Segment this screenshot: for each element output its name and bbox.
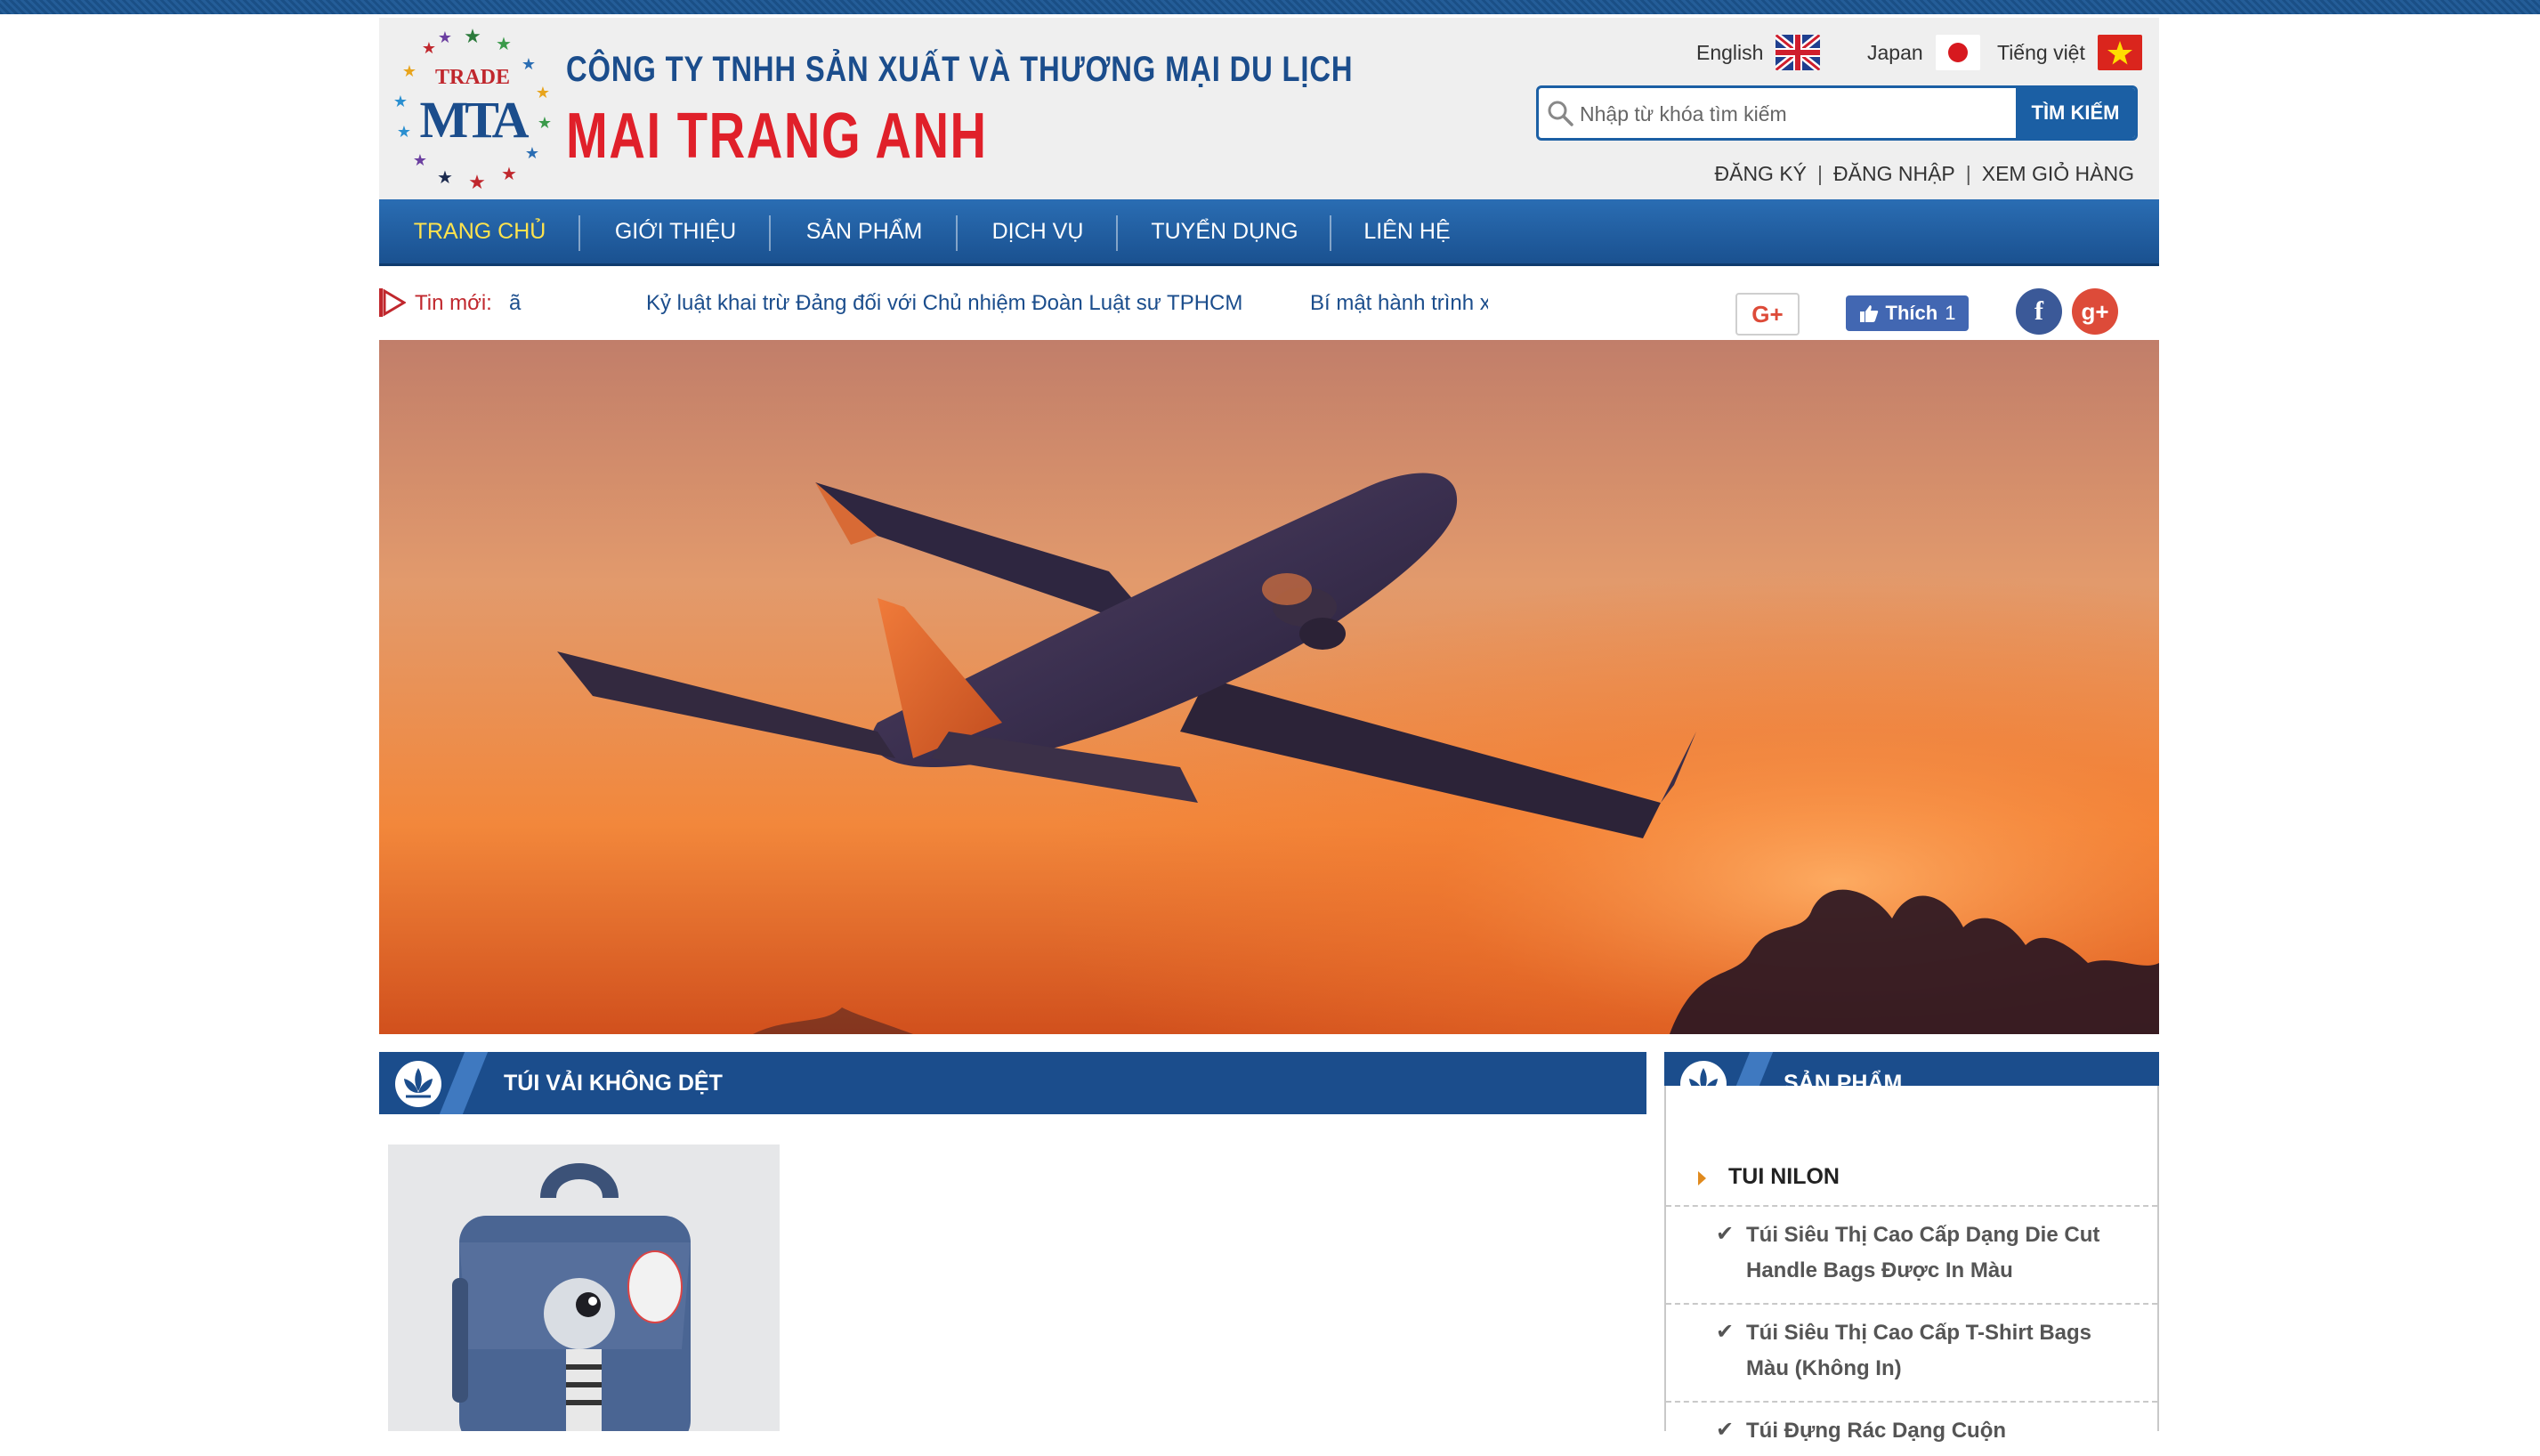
company-name-line2: MAI TRANG ANH (566, 101, 988, 172)
ticker-news-item[interactable]: Kỷ luật khai trừ Đảng đối với Chủ nhiệm … (646, 291, 1242, 316)
google-plus-glyph: g+ (2081, 297, 2109, 325)
language-english[interactable]: English (1696, 32, 1821, 73)
sidebar-product-item: ✔ Túi Đựng Rác Dạng Cuộn (1666, 1403, 2157, 1456)
search-button[interactable]: TÌM KIẾM (2016, 88, 2135, 138)
facebook-like-button[interactable]: Thích 1 (1846, 295, 1969, 331)
japan-flag-icon (1935, 35, 1980, 70)
lotus-icon (395, 1061, 441, 1107)
nav-item-about[interactable]: GIỚI THIỆU (580, 199, 771, 263)
vietnam-flag-icon (2097, 35, 2142, 70)
thumbs-up-icon (1859, 305, 1878, 322)
check-icon: ✔ (1716, 1320, 1735, 1344)
svg-text:★: ★ (397, 123, 411, 141)
search-icon (1548, 101, 1573, 126)
svg-text:★: ★ (393, 93, 408, 110)
language-label: Tiếng việt (1997, 40, 2085, 64)
svg-text:★: ★ (438, 28, 452, 46)
section-header-nonwoven-bags: TÚI VẢI KHÔNG DỆT (379, 1052, 1646, 1114)
logo-text-top: TRADE (435, 66, 510, 89)
svg-text:★: ★ (536, 84, 550, 101)
sidebar-product-link[interactable]: Túi Đựng Rác Dạng Cuộn (1746, 1413, 2138, 1449)
register-link[interactable]: ĐĂNG KÝ (1715, 162, 1808, 185)
nav-item-services[interactable]: DỊCH VỤ (958, 199, 1118, 263)
sidebar-category-label[interactable]: TUI NILON (1728, 1164, 1840, 1190)
language-label: English (1696, 40, 1764, 64)
svg-text:★: ★ (525, 144, 539, 162)
ticker-fragment[interactable]: ã (509, 291, 521, 316)
svg-text:★: ★ (501, 165, 517, 184)
svg-text:★: ★ (522, 55, 536, 73)
company-logo[interactable]: ★ ★ ★ ★ ★ ★ ★ ★ ★ ★ ★ ★ ★ ★ ★ TRADE MTA (388, 23, 557, 192)
nav-item-careers[interactable]: TUYỂN DỤNG (1118, 199, 1331, 263)
uk-flag-icon (1776, 35, 1821, 70)
svg-text:★: ★ (538, 114, 552, 132)
account-links: ĐĂNG KÝ | ĐĂNG NHẬP | XEM GIỎ HÀNG (1715, 162, 2135, 186)
caret-right-icon (1698, 1171, 1706, 1185)
search-box: TÌM KIẾM (1536, 85, 2138, 141)
search-input[interactable] (1578, 88, 2018, 138)
language-label: Japan (1867, 40, 1923, 64)
company-name-line1: CÔNG TY TNHH SẢN XUẤT VÀ THƯƠNG MẠI DU L… (566, 50, 1354, 89)
svg-text:★: ★ (413, 151, 427, 169)
account-separator: | (1817, 162, 1824, 185)
like-label: Thích (1885, 302, 1938, 324)
ticker-news-item[interactable]: Bí mật hành trình xe đúng (1310, 291, 1488, 316)
facebook-glyph: f (2034, 296, 2043, 326)
sidebar-product-item: ✔ Túi Siêu Thị Cao Cấp T-Shirt Bags Màu … (1666, 1305, 2157, 1403)
section-title: TÚI VẢI KHÔNG DỆT (504, 1071, 723, 1096)
language-vietnamese[interactable]: Tiếng việt (1997, 32, 2142, 73)
sidebar-product-item: ✔ Túi Siêu Thị Cao Cấp Dạng Die Cut Hand… (1666, 1207, 2157, 1305)
language-japan[interactable]: Japan (1867, 32, 1980, 73)
site-header: ★ ★ ★ ★ ★ ★ ★ ★ ★ ★ ★ ★ ★ ★ ★ TRADE MTA … (379, 18, 2159, 199)
top-stripe (0, 0, 2540, 14)
product-image-backpack[interactable] (388, 1145, 780, 1431)
svg-text:★: ★ (496, 35, 512, 54)
hero-banner-airplane-sunset[interactable] (379, 340, 2159, 1034)
ticker-label: Tin mới: (415, 291, 492, 315)
svg-text:★: ★ (422, 39, 436, 57)
login-link[interactable]: ĐĂNG NHẬP (1833, 162, 1955, 185)
facebook-icon[interactable]: f (2016, 288, 2062, 335)
ticker-viewport: ã Kỷ luật khai trừ Đảng đối với Chủ nhiệ… (509, 288, 1488, 319)
check-icon: ✔ (1716, 1418, 1735, 1442)
sidebar-product-link[interactable]: Túi Siêu Thị Cao Cấp T-Shirt Bags Màu (K… (1746, 1315, 2138, 1387)
google-plus-icon[interactable]: g+ (2072, 288, 2118, 335)
check-icon: ✔ (1716, 1222, 1735, 1246)
svg-text:★: ★ (437, 168, 453, 188)
account-separator: | (1965, 162, 1971, 185)
svg-text:★: ★ (468, 171, 486, 192)
nav-item-home[interactable]: TRANG CHỦ (379, 199, 580, 263)
page-container: ★ ★ ★ ★ ★ ★ ★ ★ ★ ★ ★ ★ ★ ★ ★ TRADE MTA … (379, 14, 2159, 1443)
play-icon (379, 288, 406, 317)
svg-text:★: ★ (464, 25, 481, 47)
sidebar-product-link[interactable]: Túi Siêu Thị Cao Cấp Dạng Die Cut Handle… (1746, 1217, 2138, 1289)
product-sidebar: TUI NILON ✔ Túi Siêu Thị Cao Cấp Dạng Di… (1664, 1086, 2159, 1443)
like-count: 1 (1945, 302, 1956, 324)
view-cart-link[interactable]: XEM GIỎ HÀNG (1982, 162, 2134, 185)
news-ticker: Tin mới: ã Kỷ luật khai trừ Đảng đối với… (379, 271, 2159, 336)
google-plus-share-button[interactable]: G+ (1735, 293, 1800, 336)
nav-item-contact[interactable]: LIÊN HỆ (1331, 199, 1483, 263)
svg-text:★: ★ (402, 62, 417, 80)
main-nav: TRANG CHỦ GIỚI THIỆU SẢN PHẨM DỊCH VỤ TU… (379, 199, 2159, 266)
sidebar-category: TUI NILON (1666, 1152, 2157, 1207)
logo-text-mark: MTA (419, 91, 529, 149)
nav-item-products[interactable]: SẢN PHẨM (771, 199, 958, 263)
